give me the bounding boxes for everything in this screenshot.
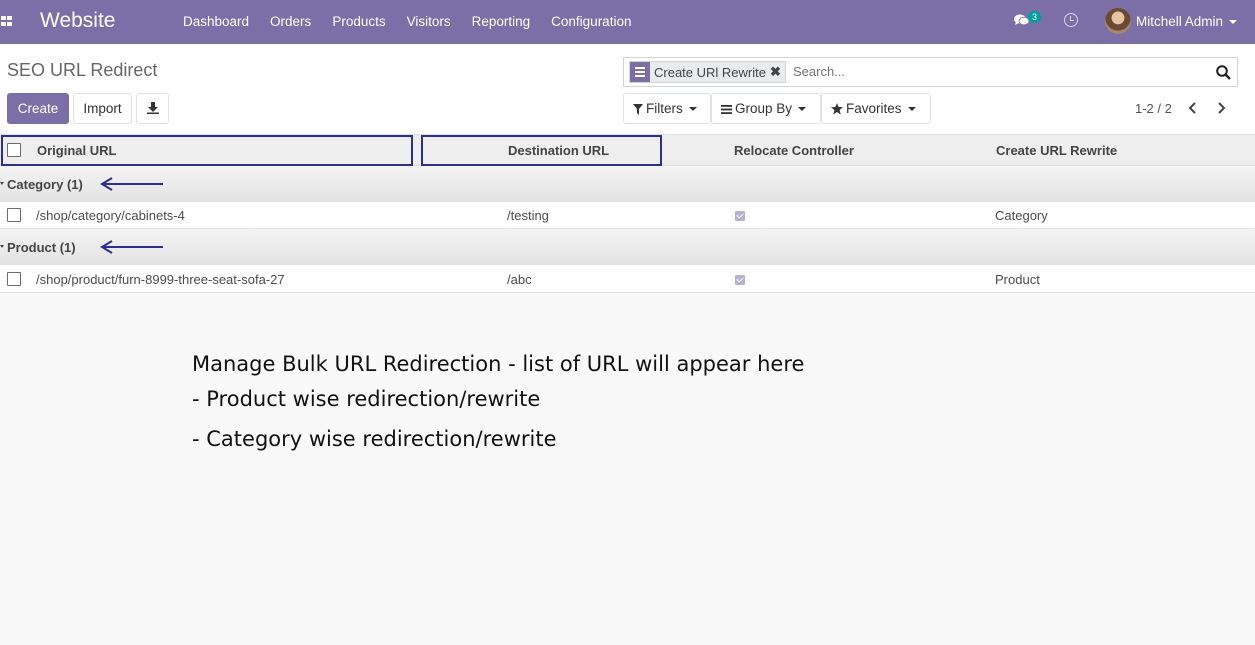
relocate-controller-checkbox <box>735 211 745 221</box>
page-title: SEO URL Redirect <box>7 60 158 80</box>
user-name-label: Mitchell Admin <box>1136 14 1224 29</box>
caret-down-icon <box>0 182 4 185</box>
group-row-category[interactable]: Category (1) <box>0 166 1255 202</box>
avatar[interactable] <box>1105 8 1131 34</box>
menu-item-products[interactable]: Products <box>332 14 385 29</box>
chevron-down-icon <box>1229 20 1238 25</box>
top-navbar: Website Dashboard Orders Products Visito… <box>0 0 1255 44</box>
group-by-dropdown[interactable]: Group By <box>711 93 821 124</box>
column-header-create-url-rewrite[interactable]: Create URL Rewrite <box>996 143 1117 158</box>
search-input[interactable] <box>793 64 1193 79</box>
cell-create-url-rewrite: Product <box>995 272 1040 287</box>
relocate-controller-checkbox <box>735 275 745 285</box>
search-facet: Create URl Rewrite ✖ <box>629 61 786 83</box>
highlight-box-original-url <box>1 135 413 166</box>
cell-original-url: /shop/category/cabinets-4 <box>36 208 185 223</box>
close-icon[interactable]: ✖ <box>770 64 781 80</box>
search-bar: Create URl Rewrite ✖ <box>623 57 1238 87</box>
chat-count-badge: 3 <box>1028 11 1042 23</box>
chevron-down-icon <box>688 107 697 112</box>
annotation-heading: Manage Bulk URL Redirection - list of UR… <box>192 352 805 376</box>
menu-item-visitors[interactable]: Visitors <box>407 14 451 29</box>
column-header-relocate-controller[interactable]: Relocate Controller <box>734 143 854 158</box>
caret-down-icon <box>0 245 4 248</box>
chevron-right-icon[interactable] <box>1216 102 1226 114</box>
group-by-label: Group By <box>735 101 793 116</box>
group-row-product[interactable]: Product (1) <box>0 229 1255 265</box>
create-button[interactable]: Create <box>7 93 69 124</box>
import-button[interactable]: Import <box>73 93 132 124</box>
filters-label: Filters <box>646 101 683 116</box>
chevron-left-icon[interactable] <box>1188 102 1198 114</box>
list-icon <box>721 104 732 114</box>
group-label: Category (1) <box>7 177 83 192</box>
cell-create-url-rewrite: Category <box>995 208 1048 223</box>
annotation-line-product: - Product wise redirection/rewrite <box>192 387 541 411</box>
favorites-label: Favorites <box>846 101 902 116</box>
download-button[interactable] <box>136 93 169 124</box>
group-by-icon <box>630 62 650 82</box>
chat-icon[interactable] <box>1014 14 1029 26</box>
arrow-left-icon <box>100 177 163 191</box>
facet-label: Create URl Rewrite <box>654 64 766 80</box>
filter-icon <box>633 103 643 115</box>
main-menu: Dashboard Orders Products Visitors Repor… <box>183 14 652 29</box>
menu-item-orders[interactable]: Orders <box>270 14 311 29</box>
control-panel: SEO URL Redirect Create Import Create UR… <box>0 44 1255 135</box>
cell-destination-url: /abc <box>507 272 532 287</box>
download-icon <box>147 102 159 114</box>
annotation-line-category: - Category wise redirection/rewrite <box>192 427 557 451</box>
filters-dropdown[interactable]: Filters <box>623 93 711 124</box>
row-checkbox[interactable] <box>7 208 21 222</box>
search-icon[interactable] <box>1216 65 1231 80</box>
highlight-box-destination-url <box>421 135 662 166</box>
chevron-down-icon <box>907 107 916 112</box>
pager-value[interactable]: 1-2 / 2 <box>1135 101 1172 116</box>
row-checkbox[interactable] <box>7 272 21 286</box>
star-icon <box>831 103 843 115</box>
favorites-dropdown[interactable]: Favorites <box>821 93 931 124</box>
menu-item-reporting[interactable]: Reporting <box>472 14 531 29</box>
cell-original-url: /shop/product/furn-8999-three-seat-sofa-… <box>36 272 285 287</box>
app-brand[interactable]: Website <box>40 9 115 33</box>
menu-item-configuration[interactable]: Configuration <box>551 14 631 29</box>
annotation-text: Manage Bulk URL Redirection - list of UR… <box>192 349 804 459</box>
menu-item-dashboard[interactable]: Dashboard <box>183 14 249 29</box>
user-menu[interactable]: Mitchell Admin <box>1136 14 1238 29</box>
chevron-down-icon <box>798 107 807 112</box>
cell-destination-url: /testing <box>507 208 549 223</box>
arrow-left-icon <box>100 240 163 254</box>
group-label: Product (1) <box>7 240 76 255</box>
activity-clock-icon[interactable] <box>1064 13 1078 27</box>
table-row[interactable]: /shop/product/furn-8999-three-seat-sofa-… <box>0 265 1255 293</box>
table-row[interactable]: /shop/category/cabinets-4 /testing Categ… <box>0 202 1255 229</box>
apps-grid-icon[interactable] <box>1 16 13 26</box>
